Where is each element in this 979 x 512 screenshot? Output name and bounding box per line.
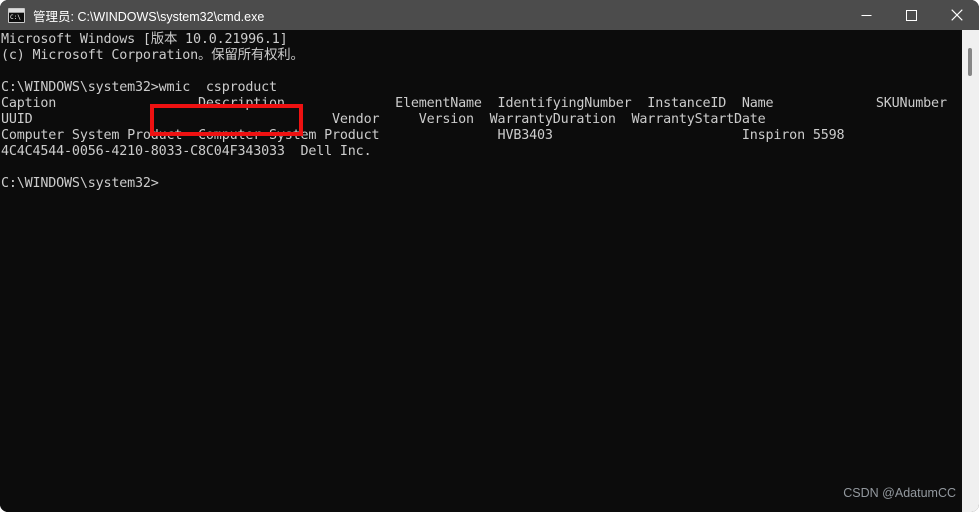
- maximize-button[interactable]: [889, 0, 934, 30]
- title-bar[interactable]: C:\ 管理员: C:\WINDOWS\system32\cmd.exe: [0, 0, 979, 30]
- cmd-icon-text: C:\: [9, 12, 24, 22]
- minimize-button[interactable]: [844, 0, 889, 30]
- cmd-window: C:\ 管理员: C:\WINDOWS\system32\cmd.exe Mic…: [0, 0, 979, 512]
- title-bar-left: C:\ 管理员: C:\WINDOWS\system32\cmd.exe: [0, 6, 844, 25]
- close-icon: [950, 9, 963, 21]
- watermark-text: CSDN @AdatumCC: [843, 486, 956, 500]
- window-controls: [844, 0, 979, 30]
- console-output-area[interactable]: Microsoft Windows [版本 10.0.21996.1] (c) …: [0, 30, 962, 512]
- window-title: 管理员: C:\WINDOWS\system32\cmd.exe: [33, 9, 265, 24]
- vertical-scrollbar[interactable]: [962, 30, 979, 512]
- scrollbar-thumb[interactable]: [968, 48, 972, 76]
- cmd-console-icon: C:\: [8, 7, 25, 23]
- console-text: Microsoft Windows [版本 10.0.21996.1] (c) …: [1, 32, 947, 191]
- close-button[interactable]: [934, 0, 979, 30]
- minimize-icon: [861, 14, 872, 16]
- maximize-icon: [906, 9, 917, 21]
